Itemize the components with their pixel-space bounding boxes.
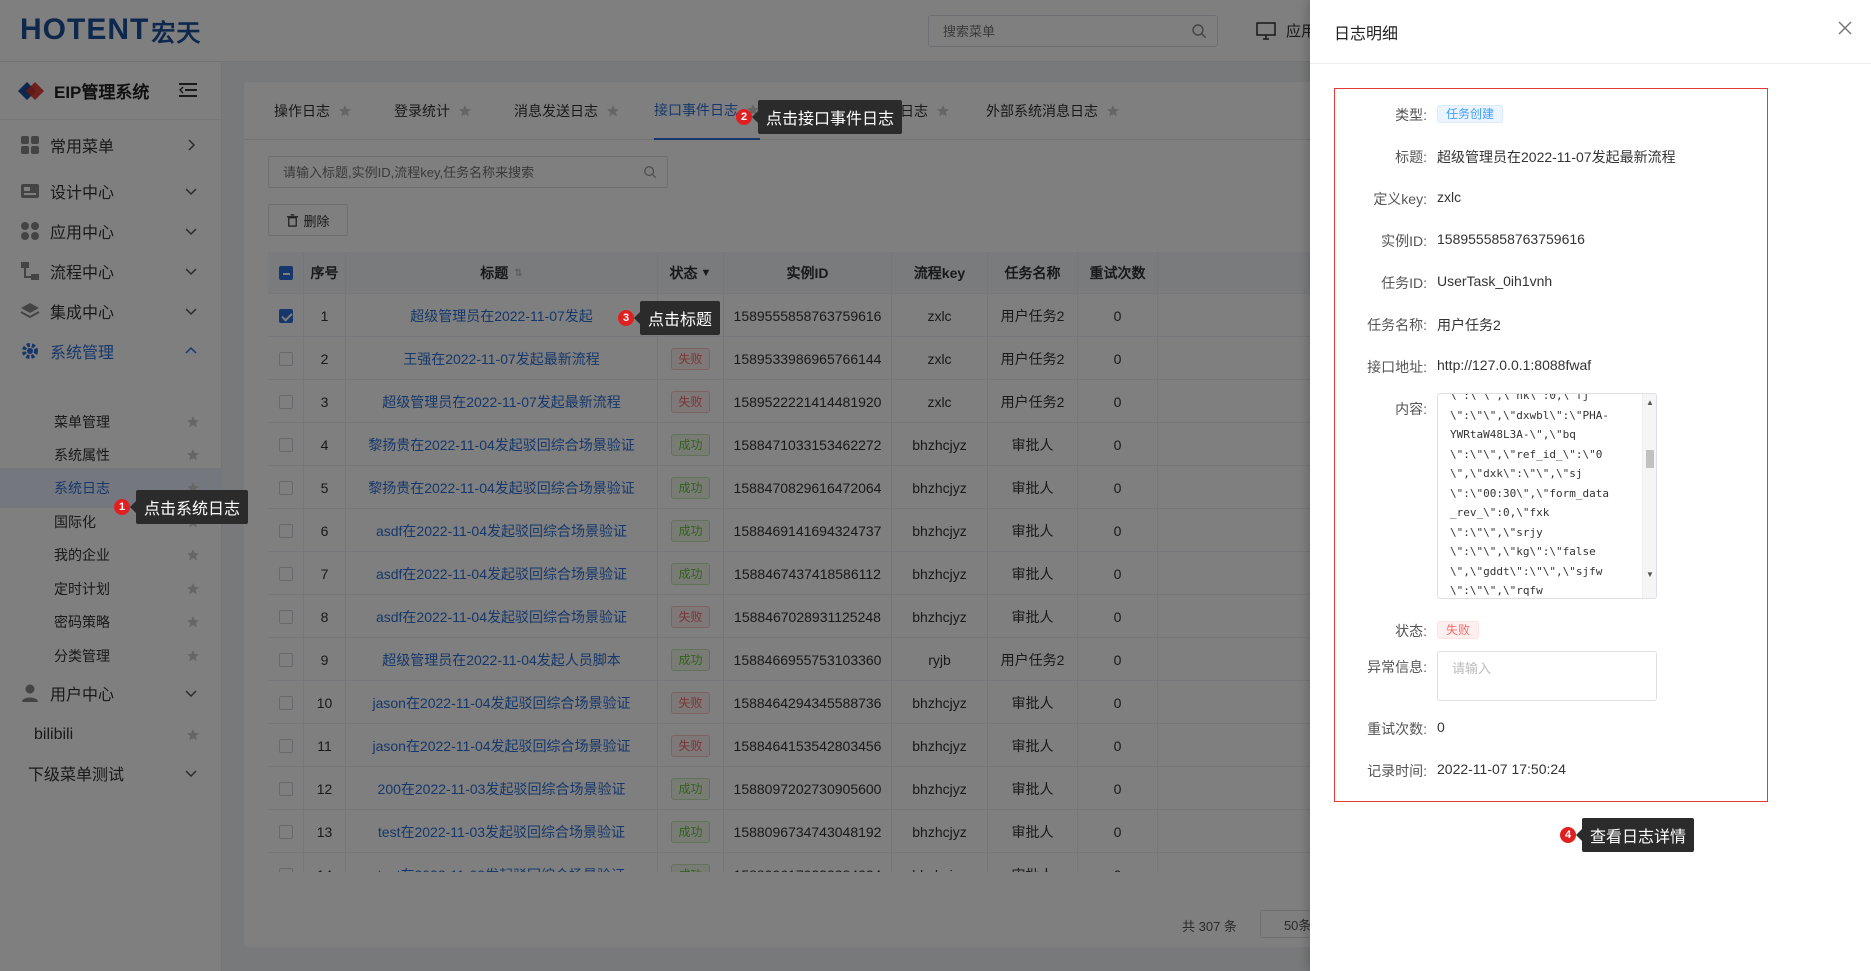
field-url: 接口地址: http://127.0.0.1:8088fwaf (1335, 355, 1769, 377)
content-textarea[interactable]: \":\"\",\"hk\":0,\"fj \":\"\",\"dxwbl\":… (1437, 393, 1657, 599)
field-label: 实例ID: (1381, 233, 1427, 249)
callout-2: 2 点击接口事件日志 (736, 100, 903, 134)
field-label: 接口地址: (1367, 359, 1427, 375)
field-task-name: 任务名称: 用户任务2 (1335, 313, 1769, 335)
detail-box: 类型: 任务创建 标题: 超级管理员在2022-11-07发起最新流程 定义key:… (1334, 88, 1768, 802)
callout-4: 4 查看日志详情 (1560, 818, 1695, 852)
field-label: 状态: (1395, 623, 1427, 639)
field-label: 任务名称: (1367, 317, 1427, 333)
scroll-down-icon[interactable]: ▼ (1646, 570, 1654, 579)
scroll-thumb[interactable] (1646, 450, 1654, 468)
drawer-header: 日志明细 (1310, 0, 1871, 64)
status-tag: 失败 (1437, 621, 1480, 639)
field-label: 任务ID: (1381, 275, 1427, 291)
field-retry: 重试次数: 0 (1335, 717, 1769, 739)
field-value: 2022-11-07 17:50:24 (1437, 761, 1566, 777)
field-value: 0 (1437, 719, 1445, 735)
close-icon[interactable] (1837, 20, 1853, 36)
field-status: 状态: 失败 (1335, 619, 1769, 641)
field-label: 重试次数: (1367, 721, 1427, 737)
log-detail-drawer: 日志明细 类型: 任务创建 标题: 超级管理员在2022-11-07发起最新流程 定… (1310, 0, 1871, 971)
callout-3: 3 点击标题 (618, 301, 721, 335)
callout-text: 点击系统日志 (129, 490, 249, 524)
callout-text: 点击标题 (633, 301, 721, 335)
field-task-id: 任务ID: UserTask_0ih1vnh (1335, 271, 1769, 293)
field-value: zxlc (1437, 189, 1462, 205)
type-tag: 任务创建 (1437, 105, 1504, 123)
field-type: 类型: 任务创建 (1335, 103, 1769, 125)
drawer-title: 日志明细 (1334, 25, 1399, 43)
field-label: 内容: (1395, 401, 1427, 417)
field-label: 类型: (1395, 107, 1427, 123)
callout-number: 1 (114, 499, 130, 515)
callout-1: 1 点击系统日志 (114, 490, 249, 524)
field-label: 记录时间: (1367, 763, 1427, 779)
field-value: UserTask_0ih1vnh (1437, 273, 1553, 289)
callout-number: 4 (1560, 827, 1576, 843)
field-title: 标题: 超级管理员在2022-11-07发起最新流程 (1335, 145, 1769, 167)
field-value: 用户任务2 (1437, 317, 1501, 333)
callout-number: 3 (618, 310, 634, 326)
field-label: 定义key: (1373, 191, 1427, 207)
field-value: 超级管理员在2022-11-07发起最新流程 (1437, 149, 1676, 165)
content-scrollbar[interactable]: ▲ ▼ (1642, 394, 1656, 598)
modal-mask[interactable] (0, 0, 1310, 971)
content-text: \":\"\",\"hk\":0,\"fj \":\"\",\"dxwbl\":… (1450, 393, 1609, 597)
error-textarea[interactable]: 请输入 (1437, 651, 1657, 701)
field-instance-id: 实例ID: 1589555858763759616 (1335, 229, 1769, 251)
field-value: 1589555858763759616 (1437, 231, 1585, 247)
field-value: http://127.0.0.1:8088fwaf (1437, 357, 1592, 373)
callout-text: 查看日志详情 (1575, 818, 1695, 852)
field-def-key: 定义key: zxlc (1335, 187, 1769, 209)
callout-number: 2 (736, 109, 752, 125)
callout-text: 点击接口事件日志 (751, 100, 903, 134)
field-label: 标题: (1395, 149, 1427, 165)
scroll-up-icon[interactable]: ▲ (1646, 398, 1654, 407)
field-label: 异常信息: (1367, 659, 1427, 675)
field-record-time: 记录时间: 2022-11-07 17:50:24 (1335, 759, 1769, 781)
